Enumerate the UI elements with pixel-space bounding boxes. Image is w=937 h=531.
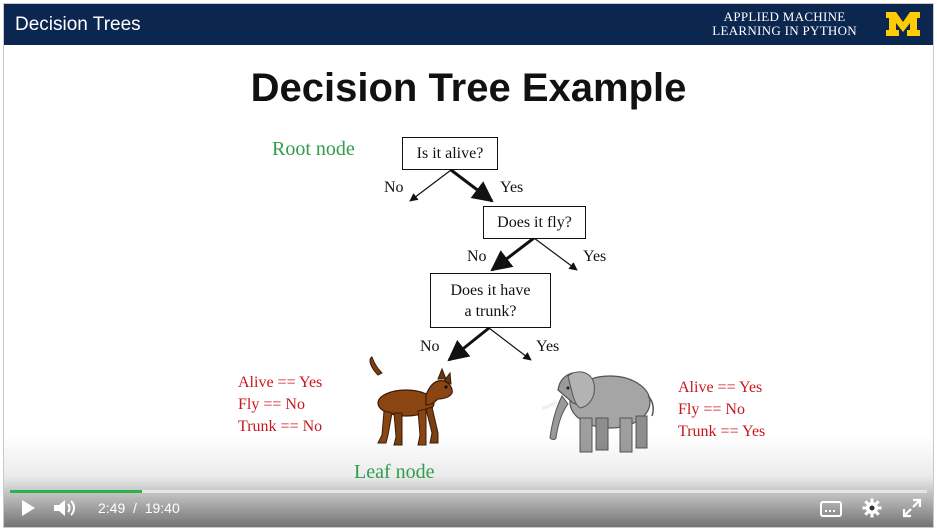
time-separator: /	[133, 500, 137, 516]
edge-fly-no	[490, 236, 535, 272]
leaf-node-label: Leaf node	[354, 461, 435, 483]
node-does-it-fly: Does it fly?	[483, 206, 586, 239]
edge-label-trunk-yes: Yes	[536, 338, 560, 355]
elephant-fact-alive: Alive == Yes	[678, 379, 763, 396]
elephant-fact-fly: Fly == No	[678, 401, 745, 418]
dog-fact-alive: Alive == Yes	[238, 374, 323, 391]
edge-label-trunk-no: No	[420, 338, 440, 355]
captions-icon[interactable]	[820, 501, 842, 517]
total-duration: 19:40	[144, 500, 180, 516]
edge-label-alive-yes: Yes	[500, 179, 524, 196]
edge-fly-yes	[533, 237, 578, 271]
dog-facts: Alive == Yes Fly == No Trunk == No	[238, 372, 322, 438]
time-display: 2:49 / 19:40	[98, 500, 180, 516]
edge-alive-yes	[450, 168, 494, 203]
edge-trunk-yes	[488, 327, 532, 361]
node-has-trunk-line-1: Does it have	[450, 281, 531, 299]
edge-label-fly-yes: Yes	[583, 248, 607, 265]
edge-label-fly-no: No	[467, 248, 487, 265]
node-has-trunk: Does it have a trunk?	[430, 273, 551, 328]
node-is-it-alive: Is it alive?	[402, 137, 498, 170]
video-player[interactable]: Decision Trees APPLIED MACHINE LEARNING …	[3, 3, 934, 528]
player-controls: 2:49 / 19:40	[4, 489, 933, 527]
play-icon[interactable]	[20, 499, 36, 517]
current-time: 2:49	[98, 500, 126, 516]
dog-fact-fly: Fly == No	[238, 396, 305, 413]
settings-gear-icon[interactable]	[862, 498, 882, 518]
node-has-trunk-line-2: a trunk?	[464, 302, 517, 320]
edge-alive-no	[409, 169, 452, 202]
edge-label-alive-no: No	[384, 179, 404, 196]
volume-icon[interactable]	[53, 499, 77, 517]
elephant-facts: Alive == Yes Fly == No Trunk == Yes	[678, 377, 765, 443]
fullscreen-icon[interactable]	[902, 498, 922, 518]
